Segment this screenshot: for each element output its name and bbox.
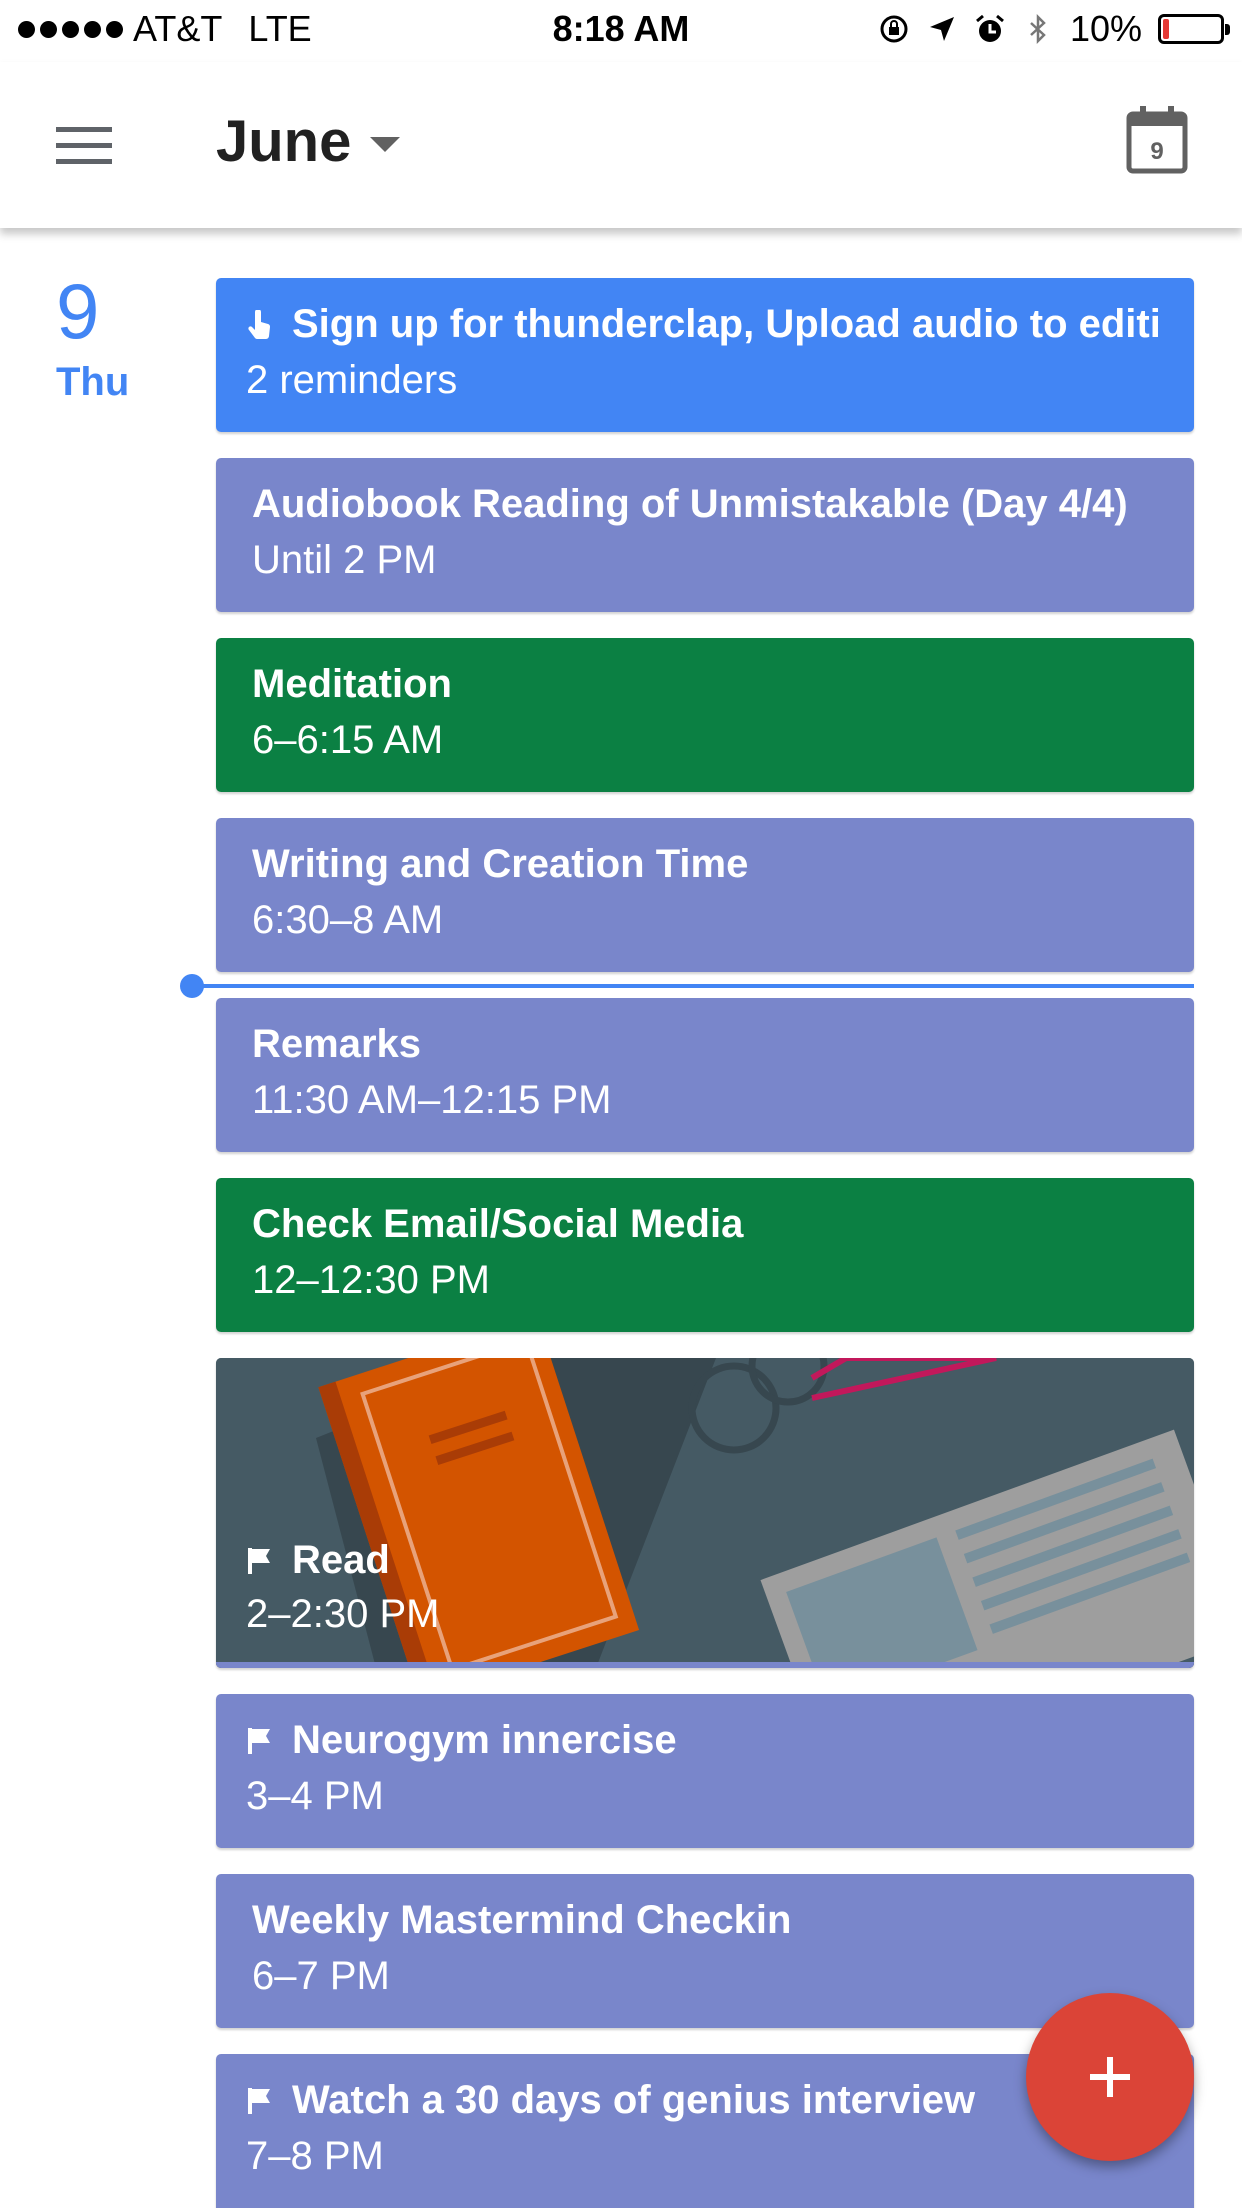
event-time: 6:30–8 AM — [252, 898, 444, 942]
flag-icon — [248, 1547, 270, 1574]
event-mastermind[interactable]: Weekly Mastermind Checkin 6–7 PM — [216, 1874, 1194, 2028]
dropdown-arrow-icon[interactable] — [370, 137, 400, 152]
event-check-email[interactable]: Check Email/Social Media 12–12:30 PM — [216, 1178, 1194, 1332]
event-writing[interactable]: Writing and Creation Time 6:30–8 AM — [216, 818, 1194, 972]
alarm-clock-icon — [975, 14, 1004, 42]
event-audiobook[interactable]: Audiobook Reading of Unmistakable (Day 4… — [216, 458, 1194, 612]
hamburger-menu-icon[interactable] — [56, 127, 112, 165]
event-time: 11:30 AM–12:15 PM — [252, 1078, 612, 1122]
event-title: Watch a 30 days of genius interview — [246, 2078, 1158, 2123]
event-title: Read — [246, 1538, 1158, 1583]
reminder-hand-icon — [248, 309, 271, 339]
battery-level — [1163, 19, 1169, 39]
event-time: 6–7 PM — [252, 1954, 390, 1998]
current-time-dot — [180, 974, 204, 998]
month-title[interactable]: June — [216, 108, 351, 175]
bluetooth-icon — [1030, 13, 1046, 45]
event-time: 2 reminders — [246, 358, 458, 402]
event-title: Remarks — [252, 1022, 422, 1066]
event-read[interactable]: Read 2–2:30 PM — [216, 1358, 1194, 1668]
event-title-text: Sign up for thunderclap, Upload audio to… — [292, 302, 1158, 346]
event-time: 12–12:30 PM — [252, 1258, 490, 1302]
calendar-today-icon[interactable]: 9 — [1126, 106, 1188, 174]
event-title: Audiobook Reading of Unmistakable (Day 4… — [252, 482, 1128, 526]
current-time-line — [190, 984, 1194, 988]
status-right: 10% — [878, 8, 1230, 50]
battery-percent: 10% — [1069, 8, 1142, 49]
event-neurogym[interactable]: Neurogym innercise 3–4 PM — [216, 1694, 1194, 1848]
event-time: 3–4 PM — [246, 1774, 384, 1818]
flag-icon — [248, 1727, 270, 1754]
battery-icon — [1158, 14, 1230, 44]
add-event-button[interactable] — [1026, 1993, 1194, 2161]
status-bar: AT&T LTE 8:18 AM 10% — [0, 0, 1242, 62]
event-meditation[interactable]: Meditation 6–6:15 AM — [216, 638, 1194, 792]
event-title: Check Email/Social Media — [252, 1202, 744, 1246]
event-time: 2–2:30 PM — [246, 1592, 440, 1636]
event-time: 6–6:15 AM — [252, 718, 444, 762]
event-title-text: Watch a 30 days of genius interview — [292, 2078, 976, 2122]
event-title-text: Read — [292, 1538, 390, 1582]
event-title: Weekly Mastermind Checkin — [252, 1898, 792, 1942]
event-time: 7–8 PM — [246, 2134, 384, 2178]
event-remarks[interactable]: Remarks 11:30 AM–12:15 PM — [216, 998, 1194, 1152]
event-title: Writing and Creation Time — [252, 842, 749, 886]
rotation-lock-icon — [880, 15, 908, 43]
today-date: 9 — [1150, 138, 1163, 165]
event-title-text: Neurogym innercise — [292, 1718, 677, 1762]
event-reminders[interactable]: Sign up for thunderclap, Upload audio to… — [216, 278, 1194, 432]
event-title: Neurogym innercise — [246, 1718, 1158, 1763]
event-time: Until 2 PM — [252, 538, 437, 582]
day-number[interactable]: 9 — [56, 272, 99, 350]
location-arrow-icon — [929, 17, 954, 41]
app-bar: June 9 — [0, 62, 1242, 228]
event-title: Sign up for thunderclap, Upload audio to… — [246, 302, 1158, 347]
day-name[interactable]: Thu — [56, 360, 129, 405]
event-title: Meditation — [252, 662, 452, 706]
flag-icon — [248, 2087, 270, 2114]
